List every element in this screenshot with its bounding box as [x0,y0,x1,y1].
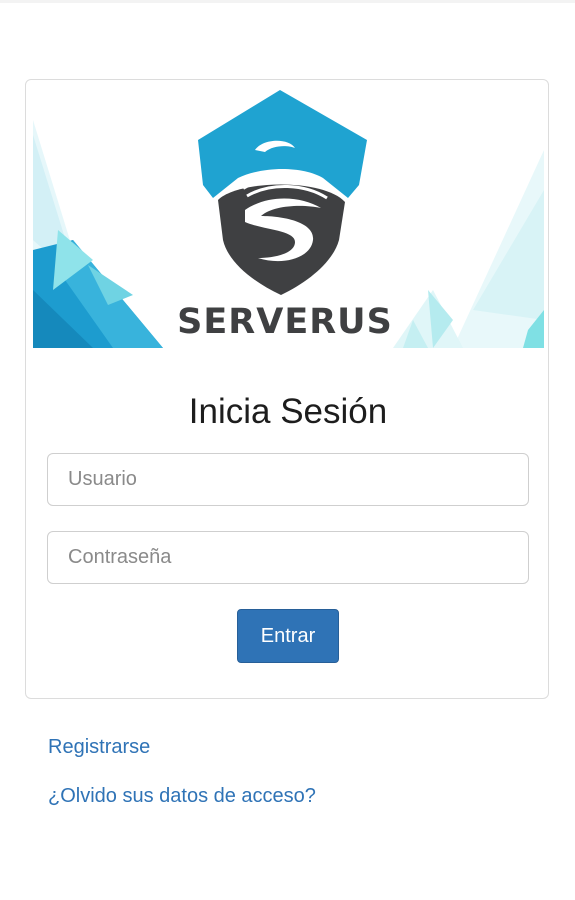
serverus-logo-icon: SERVERUS [33,90,544,348]
password-input[interactable] [47,531,529,584]
top-divider [0,0,575,3]
register-link[interactable]: Registrarse [48,736,150,759]
forgot-password-link[interactable]: ¿Olvido sus datos de acceso? [48,785,316,808]
username-input[interactable] [47,453,529,506]
login-button[interactable]: Entrar [237,609,339,663]
login-card: SERVERUS Inicia Sesión Entrar [25,79,549,699]
logo-banner: SERVERUS [33,90,544,348]
page-title: Inicia Sesión [188,392,388,431]
brand-text: SERVERUS [177,302,393,342]
